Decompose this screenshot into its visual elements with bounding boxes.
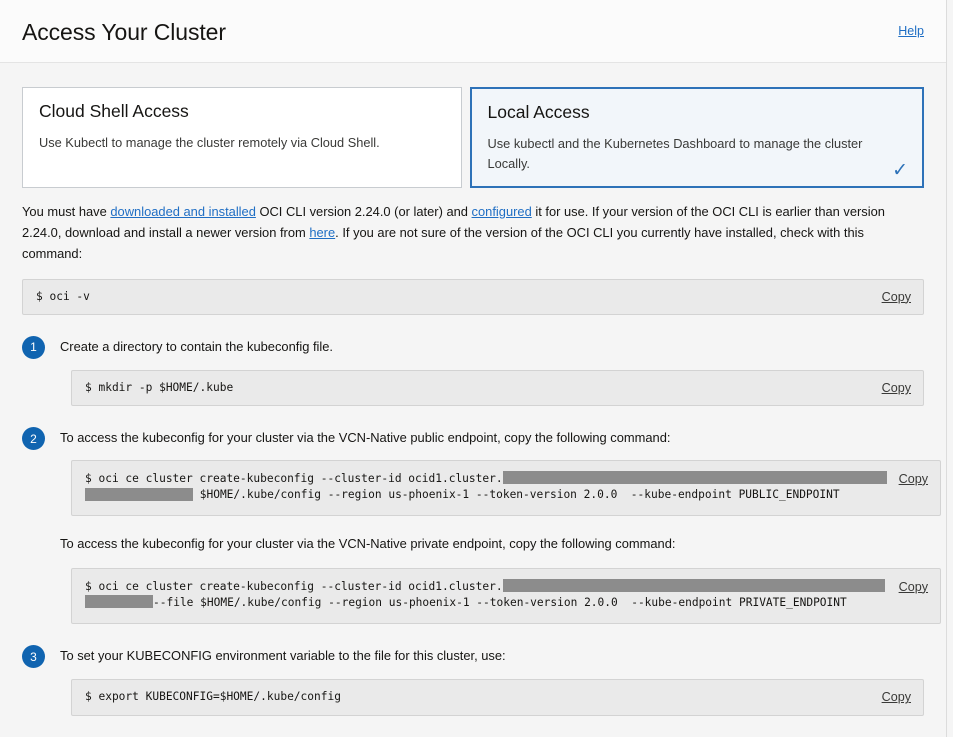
step-2-badge: 2 xyxy=(22,427,45,451)
step-1-text: Create a directory to contain the kubeco… xyxy=(60,338,334,354)
copy-step-2-private-command-button[interactable]: Copy xyxy=(899,579,928,594)
checkmark-icon: ✓ xyxy=(892,159,908,181)
redacted-cluster-id-private xyxy=(502,579,885,593)
step-2-private-code-prefix: $ oci ce cluster create-kubeconfig --clu… xyxy=(85,579,503,593)
step-2-private-code-text: $ oci ce cluster create-kubeconfig --clu… xyxy=(85,579,887,611)
step-1: 1 Create a directory to contain the kube… xyxy=(22,335,924,407)
copy-step-3-command-button[interactable]: Copy xyxy=(882,689,911,704)
configured-link[interactable]: configured xyxy=(472,204,532,219)
step-2: 2 To access the kubeconfig for your clus… xyxy=(22,426,942,625)
step-2-private-code-block: $ oci ce cluster create-kubeconfig --clu… xyxy=(71,567,942,625)
access-mode-cards: Cloud Shell Access Use Kubectl to manage… xyxy=(22,63,924,188)
redacted-cluster-id-private-cont xyxy=(85,595,153,609)
intro-text-1: You must have xyxy=(22,203,111,219)
step-2-private-text: To access the kubeconfig for your cluste… xyxy=(60,536,676,552)
intro-text-2: OCI CLI version 2.24.0 (or later) and xyxy=(255,203,472,219)
step-2-public-code-prefix: $ oci ce cluster create-kubeconfig --clu… xyxy=(85,471,503,485)
card-cloud-shell-description: Use Kubectl to manage the cluster remote… xyxy=(39,135,380,151)
step-1-badge: 1 xyxy=(22,335,45,359)
here-link[interactable]: here xyxy=(309,225,335,240)
step-3-code-text: $ export KUBECONFIG=$HOME/.kube/config xyxy=(85,690,341,704)
step-2-body: To access the kubeconfig for your cluste… xyxy=(60,426,942,625)
step-2-text: To access the kubeconfig for your cluste… xyxy=(60,430,671,446)
step-3-text: To set your KUBECONFIG environment varia… xyxy=(60,648,506,664)
card-local-access[interactable]: Local Access Use kubectl and the Kuberne… xyxy=(469,87,924,188)
step-2-public-code-line2: $HOME/.kube/config --region us-phoenix-1… xyxy=(193,488,840,502)
intro-paragraph: You must have downloaded and installed O… xyxy=(22,202,924,265)
step-2-private-code-line2: --file $HOME/.kube/config --region us-ph… xyxy=(153,595,847,609)
card-cloud-shell-access[interactable]: Cloud Shell Access Use Kubectl to manage… xyxy=(22,87,462,188)
page-header: Access Your Cluster Help xyxy=(0,0,946,63)
page-title: Access Your Cluster xyxy=(22,18,226,45)
redacted-cluster-id-public xyxy=(502,471,887,485)
step-3-body: To set your KUBECONFIG environment varia… xyxy=(60,644,924,716)
page-root: Access Your Cluster Help Cloud Shell Acc… xyxy=(0,0,947,737)
help-link[interactable]: Help xyxy=(898,24,924,38)
redacted-file-flag-public xyxy=(85,487,193,501)
page-content: Cloud Shell Access Use Kubectl to manage… xyxy=(0,63,946,716)
copy-step-1-command-button[interactable]: Copy xyxy=(882,380,911,395)
step-2-public-code-text: $ oci ce cluster create-kubeconfig --clu… xyxy=(85,471,887,503)
copy-version-command-button[interactable]: Copy xyxy=(882,289,911,304)
step-1-code-block: $ mkdir -p $HOME/.kube Copy xyxy=(71,370,924,407)
card-cloud-shell-title: Cloud Shell Access xyxy=(39,101,189,121)
card-local-access-description: Use kubectl and the Kubernetes Dashboard… xyxy=(487,136,863,172)
copy-step-2-public-command-button[interactable]: Copy xyxy=(899,471,928,486)
step-1-body: Create a directory to contain the kubeco… xyxy=(60,335,924,407)
version-command-block: $ oci -v Copy xyxy=(22,278,924,315)
step-3-code-block: $ export KUBECONFIG=$HOME/.kube/config C… xyxy=(71,679,924,716)
card-local-access-title: Local Access xyxy=(487,102,590,122)
step-2-public-code-block: $ oci ce cluster create-kubeconfig --clu… xyxy=(71,459,942,517)
step-1-code-text: $ mkdir -p $HOME/.kube xyxy=(85,381,234,395)
step-3-badge: 3 xyxy=(22,645,45,669)
downloaded-and-installed-link[interactable]: downloaded and installed xyxy=(110,204,256,219)
step-3: 3 To set your KUBECONFIG environment var… xyxy=(22,644,924,716)
version-command-text: $ oci -v xyxy=(36,289,90,303)
